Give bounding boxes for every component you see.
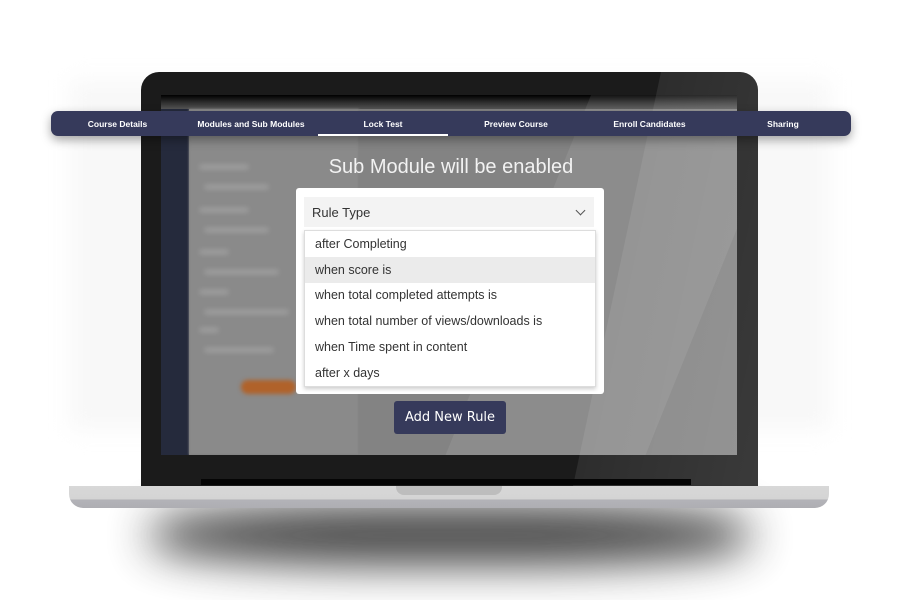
chevron-down-icon — [575, 205, 586, 215]
background-form-line — [199, 327, 219, 333]
background-sidebar — [161, 109, 189, 455]
laptop-shadow — [150, 505, 750, 565]
tab-modules[interactable]: Modules and Sub Modules — [184, 111, 318, 136]
rule-type-dropdown: after Completing when score is when tota… — [304, 230, 596, 387]
tab-enroll-candidates[interactable]: Enroll Candidates — [584, 111, 715, 136]
background-form-line — [204, 309, 289, 315]
rule-card: Rule Type after Completing when score is… — [296, 188, 604, 394]
laptop-base — [69, 486, 829, 508]
rule-option[interactable]: when total completed attempts is — [305, 283, 595, 309]
tab-lock-test[interactable]: Lock Test — [318, 111, 448, 136]
course-nav-bar: Course Details Modules and Sub Modules L… — [51, 111, 851, 136]
background-form-line — [204, 269, 279, 275]
background-form-line — [199, 249, 229, 255]
add-new-rule-button[interactable]: Add New Rule — [394, 401, 506, 434]
rule-option[interactable]: when total number of views/downloads is — [305, 308, 595, 334]
background-form-line — [199, 164, 249, 170]
rule-option[interactable]: when Time spent in content — [305, 334, 595, 360]
tab-sharing[interactable]: Sharing — [715, 111, 851, 136]
rule-option[interactable]: after Completing — [305, 231, 595, 257]
modal-title: Sub Module will be enabled — [328, 156, 574, 178]
background-form-line — [204, 347, 274, 353]
background-form-line — [204, 184, 269, 190]
background-form-line — [199, 289, 229, 295]
background-form-line — [199, 207, 249, 213]
background-button — [241, 380, 296, 394]
background-form-line — [204, 227, 269, 233]
tab-preview-course[interactable]: Preview Course — [448, 111, 584, 136]
rule-option[interactable]: when score is — [305, 256, 595, 283]
bezel-bottom — [201, 479, 691, 485]
laptop-notch — [396, 486, 502, 495]
rule-type-select[interactable]: Rule Type — [304, 197, 594, 227]
rule-option[interactable]: after x days — [305, 360, 595, 386]
tab-course-details[interactable]: Course Details — [51, 111, 184, 136]
rule-type-placeholder: Rule Type — [312, 204, 371, 220]
